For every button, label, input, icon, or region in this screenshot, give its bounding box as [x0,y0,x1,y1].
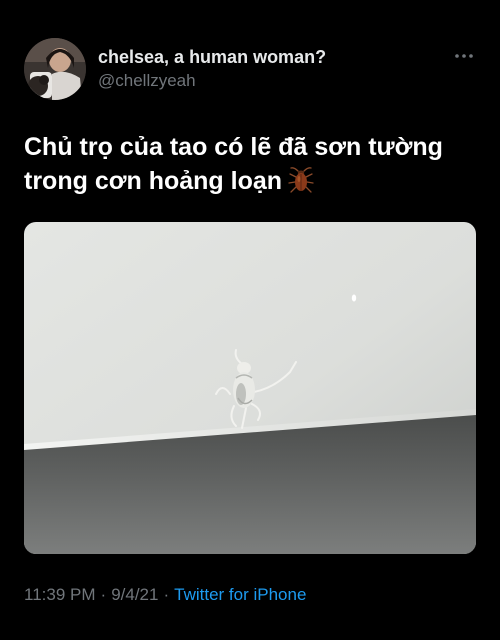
tweet-text-line: Chủ trọ của tao có lẽ đã sơn tường [24,133,443,161]
tweet-text: Chủ trọ của tao có lẽ đã sơn tường trong… [24,130,484,203]
display-name[interactable]: chelsea, a human woman? [98,47,326,68]
separator: · [163,585,170,604]
avatar[interactable] [24,38,86,100]
more-horizontal-icon [455,54,473,58]
tweet-photo[interactable] [24,222,476,554]
tweet-text-line-content: trong cơn hoảng loạn [24,167,283,195]
more-options-button[interactable] [450,46,478,66]
user-handle[interactable]: @chellzyeah [98,71,196,91]
tweet-text-line: trong cơn hoảng loạn [24,164,484,203]
tweet-metadata: 11:39 PM · 9/4/21 · Twitter for iPhone [24,585,306,605]
cockroach-emoji-icon [288,166,314,203]
tweet-date[interactable]: 9/4/21 [111,585,158,604]
tweet-card: chelsea, a human woman? @chellzyeah Chủ … [0,0,500,640]
tweet-time[interactable]: 11:39 PM [24,585,96,604]
tweet-source-link[interactable]: Twitter for iPhone [174,585,306,604]
separator: · [100,585,107,604]
